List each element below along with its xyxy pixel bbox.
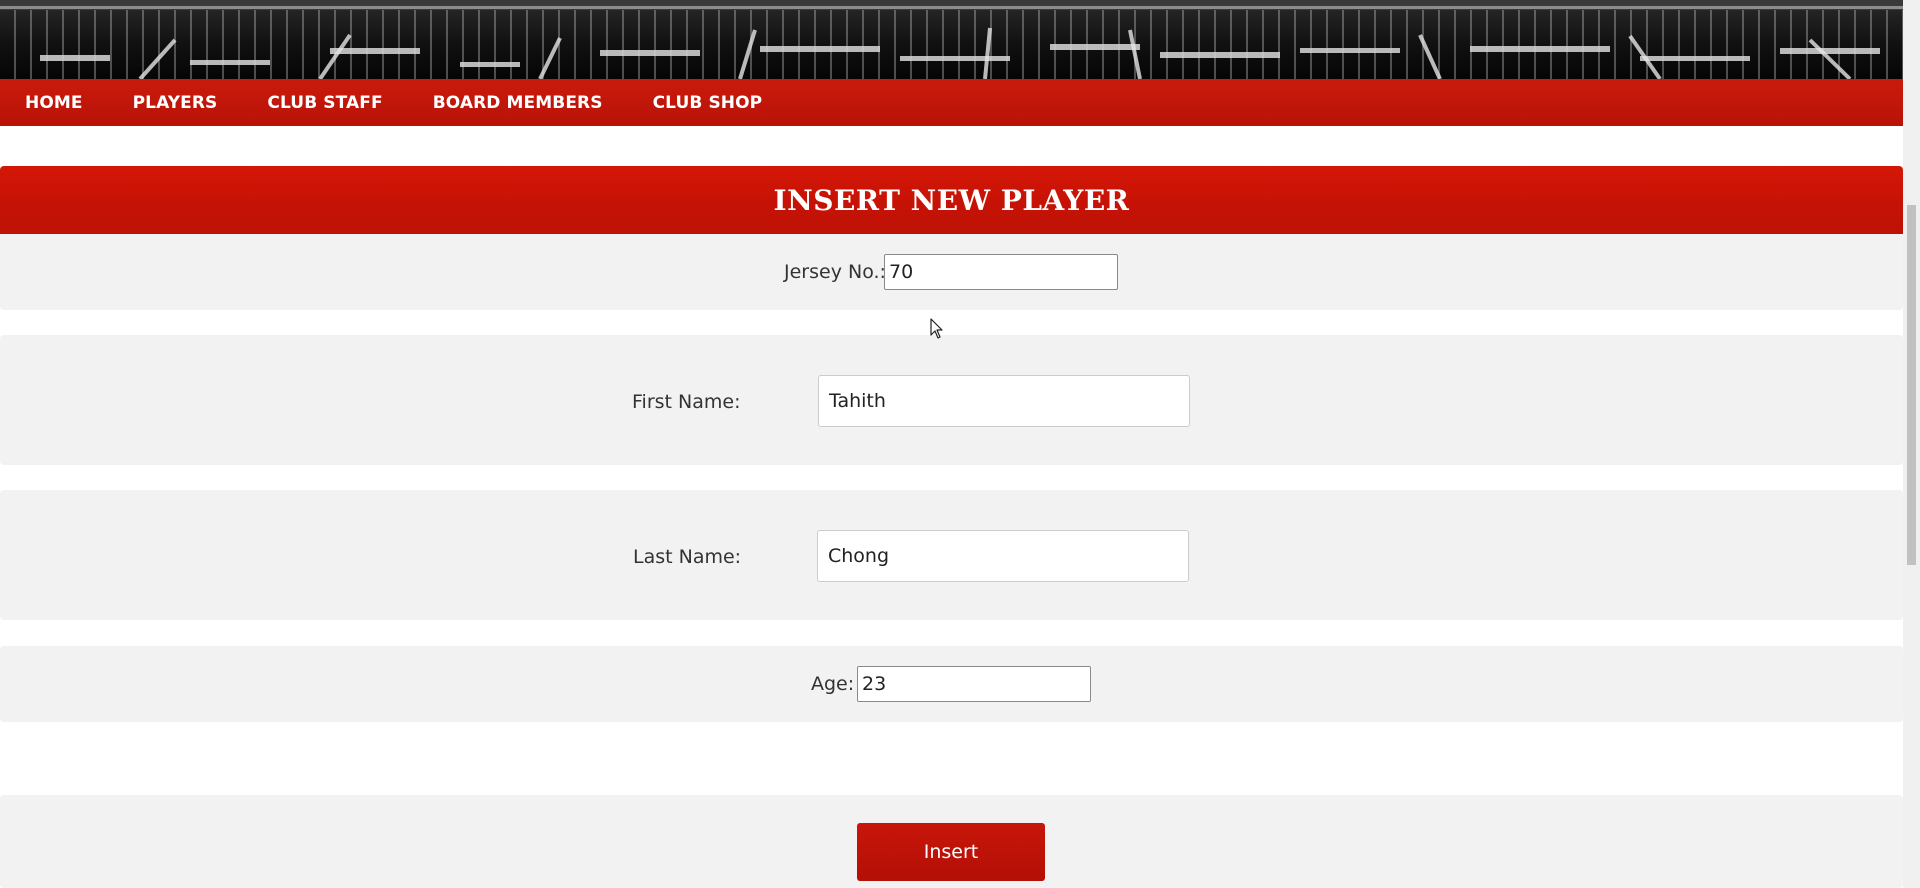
jersey-row: Jersey No.: 70 (0, 234, 1903, 310)
age-label: Age: (811, 673, 855, 695)
form-title-bar: INSERT NEW PLAYER (0, 166, 1903, 234)
submit-row: Insert (0, 795, 1903, 888)
first-name-label: First Name: (632, 391, 741, 413)
age-row: Age: 23 (0, 646, 1903, 722)
page: HOME PLAYERS CLUB STAFF BOARD MEMBERS CL… (0, 0, 1903, 888)
nav-item-home[interactable]: HOME (25, 93, 83, 113)
scrollbar-thumb[interactable] (1907, 205, 1916, 565)
last-name-input[interactable]: Chong (817, 530, 1189, 582)
main-navigation: HOME PLAYERS CLUB STAFF BOARD MEMBERS CL… (0, 79, 1903, 126)
nav-item-club-staff[interactable]: CLUB STAFF (267, 93, 382, 113)
stadium-banner-image (0, 0, 1903, 79)
insert-button[interactable]: Insert (857, 823, 1045, 881)
jersey-number-input[interactable]: 70 (884, 254, 1118, 290)
vertical-scrollbar[interactable] (1903, 0, 1920, 888)
first-name-input[interactable]: Tahith (818, 375, 1190, 427)
page-title: INSERT NEW PLAYER (773, 183, 1130, 217)
age-input[interactable]: 23 (857, 666, 1091, 702)
mouse-pointer-icon (930, 318, 943, 339)
last-name-row: Last Name: Chong (0, 490, 1903, 620)
stadium-seats-graphic (0, 0, 1903, 79)
nav-item-players[interactable]: PLAYERS (133, 93, 218, 113)
first-name-row: First Name: Tahith (0, 335, 1903, 465)
nav-item-club-shop[interactable]: CLUB SHOP (653, 93, 763, 113)
nav-item-board-members[interactable]: BOARD MEMBERS (433, 93, 603, 113)
last-name-label: Last Name: (633, 546, 742, 568)
jersey-label: Jersey No.: (784, 261, 886, 283)
